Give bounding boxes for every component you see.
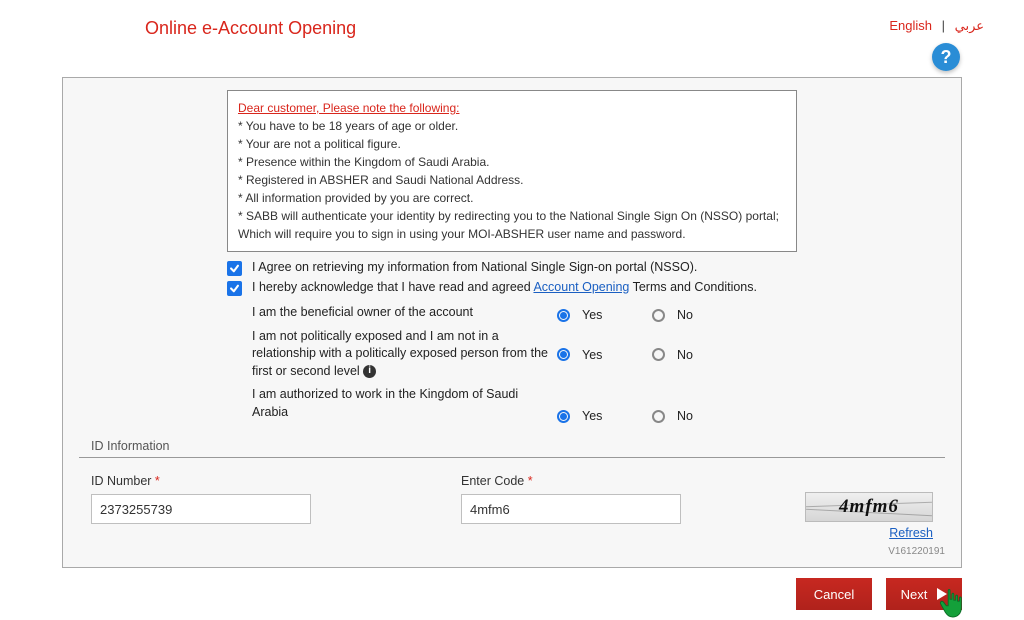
q2-yes-radio[interactable] (557, 348, 570, 361)
main-panel: Dear customer, Please note the following… (62, 77, 962, 568)
q3-no-radio[interactable] (652, 410, 665, 423)
language-switch: English | عربي (889, 18, 984, 34)
enter-code-label: Enter Code * (461, 474, 681, 488)
q2-no-radio[interactable] (652, 348, 665, 361)
yes-label: Yes (582, 409, 602, 423)
question-beneficial-owner: I am the beneficial owner of the account (252, 304, 557, 322)
section-divider (79, 457, 945, 458)
notice-bullet: * Your are not a political figure. (238, 135, 786, 153)
consent-nsso-checkbox[interactable] (227, 261, 242, 276)
question-authorized-work: I am authorized to work in the Kingdom o… (252, 386, 557, 421)
consent-terms-label: I hereby acknowledge that I have read an… (252, 280, 757, 294)
lang-english-link[interactable]: English (889, 18, 932, 33)
lang-arabic-link[interactable]: عربي (955, 18, 984, 33)
version-text: V161220191 (79, 546, 945, 557)
captcha-image: 4mfm6 (805, 492, 933, 522)
id-info-section-title: ID Information (91, 439, 945, 453)
notice-box: Dear customer, Please note the following… (227, 90, 797, 252)
q1-yes-radio[interactable] (557, 309, 570, 322)
notice-bullet: * Registered in ABSHER and Saudi Nationa… (238, 171, 786, 189)
account-opening-link[interactable]: Account Opening (533, 280, 629, 294)
notice-bullet: * Presence within the Kingdom of Saudi A… (238, 153, 786, 171)
lang-separator: | (942, 18, 945, 33)
cancel-button[interactable]: Cancel (796, 578, 872, 610)
page-title: Online e-Account Opening (145, 18, 356, 39)
id-number-label: ID Number * (91, 474, 311, 488)
help-icon[interactable]: ? (932, 43, 960, 71)
q3-yes-radio[interactable] (557, 410, 570, 423)
notice-bullet: * All information provided by you are co… (238, 189, 786, 207)
question-politically-exposed: I am not politically exposed and I am no… (252, 328, 557, 381)
captcha-refresh-link[interactable]: Refresh (889, 526, 933, 540)
no-label: No (677, 308, 693, 322)
next-button[interactable]: Next (886, 578, 962, 610)
q1-no-radio[interactable] (652, 309, 665, 322)
yes-label: Yes (582, 348, 602, 362)
notice-heading: Dear customer, Please note the following… (238, 99, 786, 117)
no-label: No (677, 409, 693, 423)
yes-label: Yes (582, 308, 602, 322)
notice-bullet: * SABB will authenticate your identity b… (238, 207, 786, 243)
consent-nsso-label: I Agree on retrieving my information fro… (252, 260, 697, 274)
captcha-code-input[interactable] (461, 494, 681, 524)
id-number-input[interactable] (91, 494, 311, 524)
consent-terms-checkbox[interactable] (227, 281, 242, 296)
info-icon[interactable]: i (363, 365, 376, 378)
notice-bullet: * You have to be 18 years of age or olde… (238, 117, 786, 135)
no-label: No (677, 348, 693, 362)
